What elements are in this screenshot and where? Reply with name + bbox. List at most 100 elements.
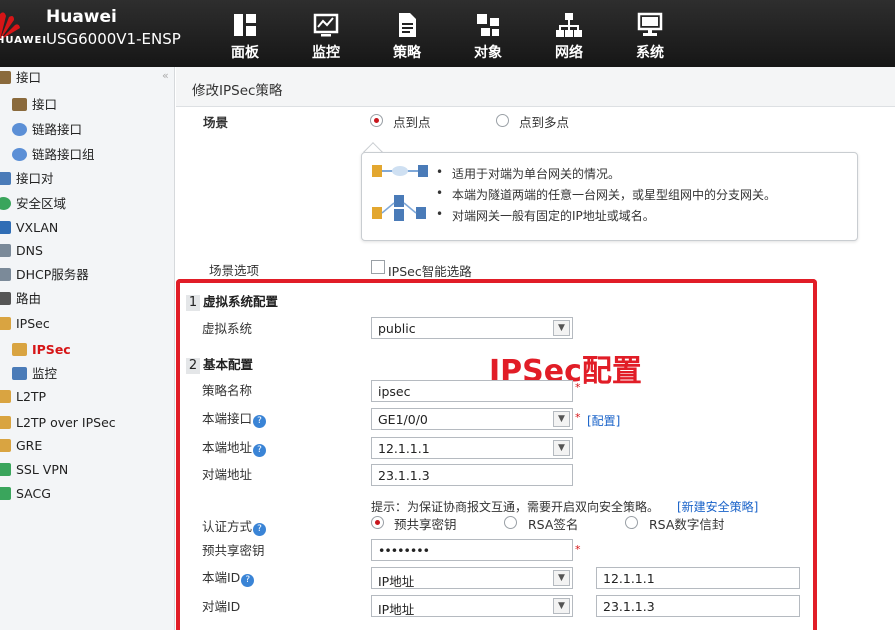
l2tp-icon [0, 390, 11, 403]
sidebar-item-interface[interactable]: 接口 [12, 95, 57, 115]
sidebar-item-link-group[interactable]: 链路接口组 [12, 145, 95, 165]
scenario-p2mp-radio[interactable] [496, 114, 509, 127]
sidebar-item-label: 安全区域 [16, 196, 67, 211]
configure-interface-link[interactable]: [配置] [587, 412, 620, 429]
sidebar-item-route[interactable]: 路由 [0, 289, 41, 309]
section-title: 基本配置 [203, 357, 254, 372]
nav-dashboard[interactable]: 面板 [212, 0, 278, 67]
interface-pair-icon [0, 172, 11, 185]
sidebar-item-label: 链路接口 [32, 122, 83, 137]
sidebar-item-label: L2TP [16, 389, 47, 404]
chevron-down-icon: ▼ [553, 440, 570, 456]
sidebar-item-dhcp[interactable]: DHCP服务器 [0, 265, 89, 285]
sidebar-item-ipsec-monitor[interactable]: 监控 [12, 364, 57, 384]
local-interface-value: GE1/0/0 [378, 412, 428, 427]
scenario-info-box: 适用于对端为单台网关的情况。 本端为隧道两端的任意一台网关，或星型组网中的分支网… [361, 152, 858, 241]
auth-rsa-sign-radio[interactable] [504, 516, 517, 529]
auth-method-label: 认证方式? [202, 516, 267, 536]
sidebar-item-interface-group[interactable]: 接口 [0, 68, 41, 88]
local-address-value: 12.1.1.1 [378, 441, 430, 456]
vxlan-icon [0, 221, 11, 234]
ipsec-icon [0, 317, 11, 330]
nav-system[interactable]: 系统 [617, 0, 683, 67]
vsys-select[interactable]: public ▼ [371, 317, 573, 339]
sidebar-item-ssl-vpn[interactable]: SSL VPN [0, 460, 68, 480]
peer-id-input[interactable]: 23.1.1.3 [596, 595, 800, 617]
sidebar-item-label: VXLAN [16, 220, 59, 235]
local-address-select[interactable]: 12.1.1.1 ▼ [371, 437, 573, 459]
interface-icon [12, 98, 27, 111]
sidebar-item-label: 接口对 [16, 171, 54, 186]
sidebar-item-dns[interactable]: DNS [0, 241, 43, 261]
required-mark: * [575, 543, 581, 556]
logo-text: HUAWEI [0, 35, 48, 46]
auth-psk-radio[interactable] [371, 516, 384, 529]
sidebar-item-label: L2TP over IPSec [16, 415, 116, 430]
sidebar: « 接口 接口 链路接口 链路接口组 接口对 安全区域 VXLAN DNS DH… [0, 67, 175, 630]
nav-system-label: 系统 [636, 45, 664, 61]
gre-icon [0, 439, 11, 452]
network-icon [556, 13, 582, 37]
help-icon[interactable]: ? [253, 523, 267, 536]
sidebar-item-label: 路由 [16, 291, 42, 306]
scenario-p2p-radio[interactable] [370, 114, 383, 127]
nav-object[interactable]: 对象 [455, 0, 521, 67]
scenario-p2p-label: 点到点 [393, 115, 431, 130]
local-interface-label: 本端接口? [202, 408, 267, 428]
sidebar-item-label: DNS [16, 243, 43, 258]
nav-policy[interactable]: 策略 [374, 0, 440, 67]
required-mark: * [575, 411, 581, 424]
nav-monitor[interactable]: 监控 [293, 0, 359, 67]
local-id-type-select[interactable]: IP地址 ▼ [371, 567, 573, 589]
sidebar-item-vxlan[interactable]: VXLAN [0, 218, 58, 238]
local-interface-select[interactable]: GE1/0/0 ▼ [371, 408, 573, 430]
peer-id-type-select[interactable]: IP地址 ▼ [371, 595, 573, 617]
dns-icon [0, 244, 11, 257]
sidebar-item-label: DHCP服务器 [16, 267, 89, 282]
collapse-sidebar-icon[interactable]: « [162, 69, 169, 82]
peer-id-type-value: IP地址 [378, 602, 415, 617]
info-bullet: 本端为隧道两端的任意一台网关，或星型组网中的分支网关。 [436, 186, 776, 203]
sacg-icon [0, 487, 11, 500]
chevron-down-icon: ▼ [553, 598, 570, 614]
policy-name-label: 策略名称 [202, 383, 253, 398]
sidebar-item-ipsec[interactable]: IPSec [12, 340, 71, 360]
auth-rsa-envelope-label: RSA数字信封 [649, 517, 725, 532]
sidebar-item-label: SACG [16, 486, 51, 501]
l2tp-ipsec-icon [0, 416, 11, 429]
nav-network[interactable]: 网络 [536, 0, 602, 67]
scenario-option-label: 场景选项 [209, 263, 260, 278]
auth-rsa-sign-label: RSA签名 [528, 517, 579, 532]
sidebar-item-link-interface[interactable]: 链路接口 [12, 120, 82, 140]
sidebar-item-ipsec-group[interactable]: IPSec [0, 314, 50, 334]
main-panel: 修改IPSec策略 场景 点到点 点到多点 适用于对端为单台网关的情况。 本端为… [176, 67, 895, 630]
sidebar-item-l2tp[interactable]: L2TP [0, 387, 46, 407]
help-icon[interactable]: ? [253, 415, 267, 428]
ipsec-smart-routing-checkbox[interactable] [371, 260, 385, 274]
sidebar-item-gre[interactable]: GRE [0, 436, 42, 456]
info-bullet: 适用于对端为单台网关的情况。 [436, 165, 620, 182]
psk-input[interactable]: •••••••• [371, 539, 573, 561]
route-icon [0, 292, 11, 305]
local-address-label: 本端地址? [202, 437, 267, 457]
sidebar-item-sacg[interactable]: SACG [0, 484, 51, 504]
sidebar-item-interface-pair[interactable]: 接口对 [0, 169, 54, 189]
help-icon[interactable]: ? [241, 574, 255, 587]
ssl-vpn-icon [0, 463, 11, 476]
new-security-policy-link[interactable]: [新建安全策略] [677, 498, 758, 515]
auth-rsa-envelope-radio[interactable] [625, 516, 638, 529]
sidebar-item-security-zone[interactable]: 安全区域 [0, 194, 66, 214]
help-icon[interactable]: ? [253, 444, 267, 457]
nav-object-label: 对象 [474, 45, 502, 61]
chevron-down-icon: ▼ [553, 320, 570, 336]
chevron-down-icon: ▼ [553, 411, 570, 427]
ipsec-smart-routing-label: IPSec智能选路 [388, 264, 472, 279]
policy-name-input[interactable]: ipsec [371, 380, 573, 402]
link-interface-icon [12, 123, 27, 136]
policy-icon [399, 13, 416, 37]
sidebar-item-l2tp-over-ipsec[interactable]: L2TP over IPSec [0, 413, 116, 433]
object-icon [477, 14, 499, 36]
vsys-label: 虚拟系统 [202, 321, 253, 336]
peer-address-input[interactable]: 23.1.1.3 [371, 464, 573, 486]
local-id-input[interactable]: 12.1.1.1 [596, 567, 800, 589]
